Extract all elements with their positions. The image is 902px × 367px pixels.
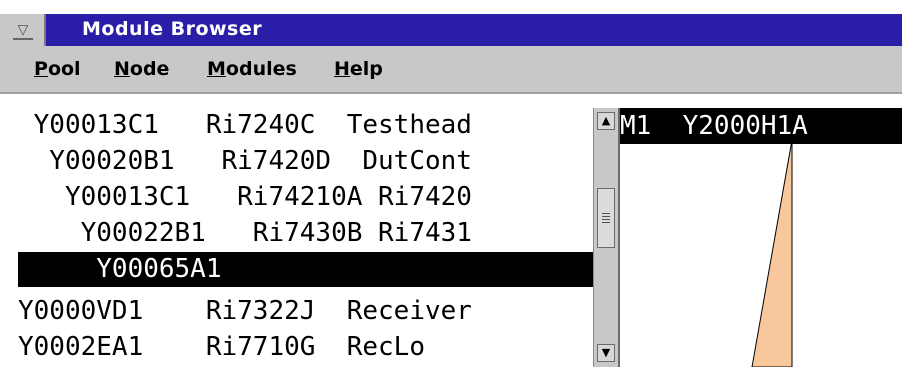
- scroll-up-arrow-icon[interactable]: ▲: [597, 112, 615, 130]
- list-item-selected[interactable]: Y00065A1: [18, 252, 593, 287]
- menu-node[interactable]: Node: [114, 58, 169, 80]
- list-item[interactable]: Y00013C1 Ri7240C Testhead: [18, 108, 593, 143]
- detail-panel: M1 Y2000H1A: [618, 108, 902, 367]
- list-item[interactable]: Y0002EA1 Ri7710G RecLo: [18, 330, 593, 365]
- list-item[interactable]: Y00022B1 Ri7430B Ri7431: [18, 216, 593, 251]
- list-scrollbar[interactable]: ▲ ▼: [593, 108, 618, 367]
- wedge-shape: [751, 139, 793, 367]
- scroll-down-arrow-icon[interactable]: ▼: [597, 344, 615, 362]
- window-menu-button[interactable]: ▽: [0, 14, 46, 46]
- title-bar: ▽ Module Browser: [0, 14, 902, 46]
- window-title: Module Browser: [82, 18, 263, 40]
- connection-wedge: [751, 139, 793, 367]
- menu-modules[interactable]: Modules: [207, 58, 297, 80]
- menu-bar: Pool Node Modules Help: [0, 46, 902, 94]
- window-menu-icon: ▽: [17, 22, 29, 38]
- list-item[interactable]: Y00020B1 Ri7420D DutCont: [18, 144, 593, 179]
- menu-help[interactable]: Help: [334, 58, 383, 80]
- scroll-thumb[interactable]: [597, 188, 615, 248]
- list-item[interactable]: Y00013C1 Ri74210A Ri7420: [18, 180, 593, 215]
- module-list[interactable]: Y00013C1 Ri7240C Testhead Y00020B1 Ri742…: [18, 108, 593, 367]
- menu-pool[interactable]: Pool: [34, 58, 81, 80]
- list-item[interactable]: Y0000VD1 Ri7322J Receiver: [18, 294, 593, 329]
